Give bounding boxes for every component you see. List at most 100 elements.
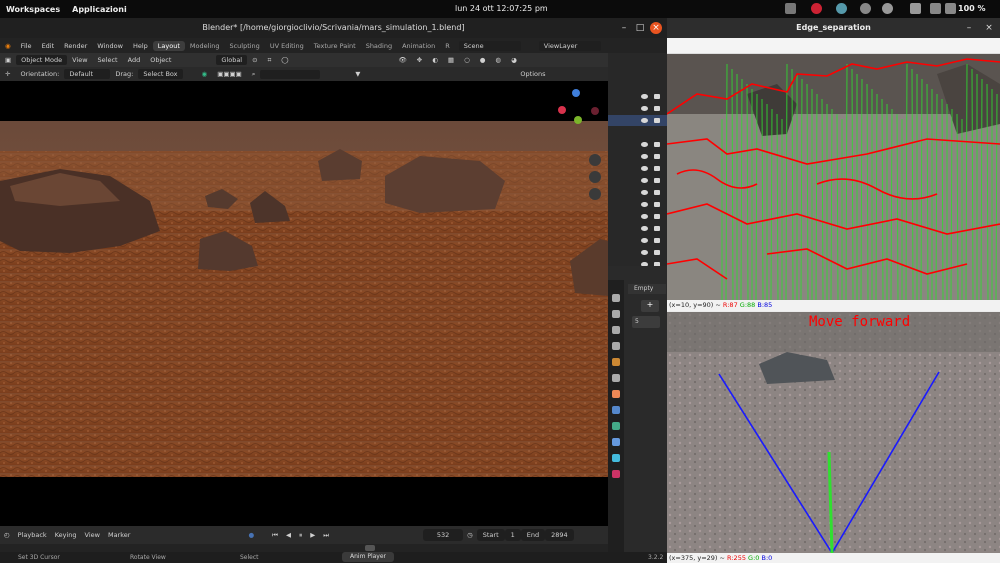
pan-hand-icon[interactable]	[589, 171, 601, 183]
menu-file[interactable]: File	[16, 42, 37, 50]
move-tool-icon[interactable]: ✛	[0, 70, 15, 78]
tab-shading[interactable]: Shading	[361, 41, 397, 51]
filter-icon[interactable]: ▼	[350, 70, 365, 78]
cv-minimize-button[interactable]: –	[963, 22, 975, 34]
cv-close-button[interactable]: ×	[983, 22, 995, 34]
eye-icon[interactable]	[641, 166, 648, 171]
playback-menu[interactable]: Playback	[14, 531, 51, 539]
outliner-row[interactable]	[608, 91, 667, 102]
properties-tab-icon[interactable]	[612, 326, 620, 334]
marker-menu[interactable]: Marker	[104, 531, 134, 539]
jump-end-icon[interactable]: ⏭	[319, 531, 333, 540]
overlay-icon[interactable]: ◐	[427, 56, 443, 64]
battery-percentage[interactable]: 100 %	[958, 4, 986, 13]
outliner-row[interactable]	[608, 163, 667, 174]
properties-tab-icon[interactable]	[612, 406, 620, 414]
tab-layout[interactable]: Layout	[152, 40, 185, 51]
camera-icon[interactable]	[654, 94, 660, 99]
jump-start-icon[interactable]: ⏮	[268, 531, 282, 540]
keying-menu[interactable]: Keying	[51, 531, 81, 539]
tab-animation[interactable]: Animation	[397, 41, 440, 51]
eye-icon[interactable]	[641, 226, 648, 231]
start-frame-field[interactable]: 1	[504, 529, 521, 541]
pause-icon[interactable]: ⏸	[295, 531, 306, 540]
anim-player-badge[interactable]: Anim Player	[342, 552, 394, 562]
network-icon[interactable]	[785, 3, 796, 14]
eye-icon[interactable]	[641, 214, 648, 219]
properties-tab-icon[interactable]	[612, 374, 620, 382]
gizmo-neg-x-axis[interactable]	[591, 107, 599, 115]
camera-icon[interactable]	[654, 142, 660, 147]
eye-icon[interactable]	[641, 178, 648, 183]
properties-tab-icon[interactable]	[612, 358, 620, 366]
minimize-button[interactable]: –	[618, 22, 630, 34]
object-name-field[interactable]: Empty	[628, 284, 666, 294]
workspaces-button[interactable]: Workspaces	[0, 5, 66, 14]
tab-texture-paint[interactable]: Texture Paint	[309, 41, 361, 51]
editor-type-icon[interactable]: ▣	[0, 56, 16, 64]
snap-icon[interactable]: ⌗	[263, 56, 277, 65]
camera-icon[interactable]	[654, 214, 660, 219]
outliner-row[interactable]	[608, 115, 667, 126]
camera-view-icon[interactable]	[589, 188, 601, 200]
view-layer-selector[interactable]: ViewLayer	[538, 40, 601, 51]
gizmo-x-axis[interactable]	[558, 106, 566, 114]
camera-icon[interactable]	[654, 238, 660, 243]
eye-icon[interactable]	[641, 238, 648, 243]
properties-tab-icon[interactable]	[612, 390, 620, 398]
gizmo-y-axis[interactable]	[574, 116, 582, 124]
gizmo-icon[interactable]: ✥	[412, 56, 427, 64]
menu-add[interactable]: Add	[123, 56, 146, 64]
menu-select[interactable]: Select	[93, 56, 123, 64]
play-icon[interactable]: ▶	[306, 531, 319, 539]
timeline-view-menu[interactable]: View	[81, 531, 104, 539]
end-frame-field[interactable]: 2894	[545, 529, 574, 541]
visibility-icon[interactable]: 👁	[394, 56, 412, 64]
properties-tab-icon[interactable]	[612, 454, 620, 462]
chrome-icon[interactable]	[811, 3, 822, 14]
apps-menu-button[interactable]: Applicazioni	[66, 5, 133, 14]
outliner-row[interactable]	[608, 151, 667, 162]
headset-icon[interactable]	[860, 3, 871, 14]
auto-keying-toggle[interactable]: ●	[244, 531, 258, 539]
gizmo-z-axis[interactable]	[572, 89, 580, 97]
close-button[interactable]: ×	[650, 22, 662, 34]
tab-modeling[interactable]: Modeling	[185, 41, 225, 51]
wifi-icon[interactable]	[930, 3, 941, 14]
outliner-row[interactable]	[608, 103, 667, 114]
search-icon[interactable]: ⌕	[247, 70, 261, 79]
steam-icon[interactable]	[836, 3, 847, 14]
camera-icon[interactable]	[654, 154, 660, 159]
timeline-editor-icon[interactable]: ◴	[0, 531, 14, 539]
menu-render[interactable]: Render	[59, 42, 92, 50]
zoom-icon[interactable]	[589, 154, 601, 166]
properties-tab-icon[interactable]	[612, 438, 620, 446]
gear-icon[interactable]	[882, 3, 893, 14]
clock[interactable]: lun 24 ott 12:07:25 pm	[455, 4, 548, 13]
outliner-row[interactable]	[608, 187, 667, 198]
outliner-row[interactable]	[608, 247, 667, 258]
scene-selector[interactable]: Scene	[458, 40, 521, 51]
select-mode-icons[interactable]: ▣▣▣▣	[212, 70, 247, 78]
shading-wireframe-icon[interactable]: ○	[459, 56, 475, 64]
outliner-panel[interactable]	[608, 53, 667, 267]
object-mode-dropdown[interactable]: Object Mode	[16, 55, 68, 65]
drag-dropdown[interactable]: Select Box	[138, 69, 183, 79]
camera-icon[interactable]	[654, 106, 660, 111]
outliner-row[interactable]	[608, 235, 667, 246]
proportional-edit-icon[interactable]: ◯	[276, 56, 293, 64]
camera-icon[interactable]	[654, 226, 660, 231]
current-frame-field[interactable]: 532	[423, 529, 464, 541]
properties-tab-icon[interactable]	[612, 422, 620, 430]
display-size-field[interactable]: 5	[632, 316, 660, 328]
tab-sculpting[interactable]: Sculpting	[224, 41, 264, 51]
outliner-row[interactable]	[608, 211, 667, 222]
orientation-dropdown[interactable]: Default	[64, 69, 111, 79]
tab-uv-editing[interactable]: UV Editing	[265, 41, 309, 51]
properties-tab-icon[interactable]	[612, 310, 620, 318]
clock-icon[interactable]: ◷	[463, 531, 477, 539]
properties-tab-icon[interactable]	[612, 470, 620, 478]
eye-icon[interactable]	[641, 190, 648, 195]
pivot-icon[interactable]: ⊙	[247, 56, 262, 64]
properties-tab-icon[interactable]	[612, 342, 620, 350]
